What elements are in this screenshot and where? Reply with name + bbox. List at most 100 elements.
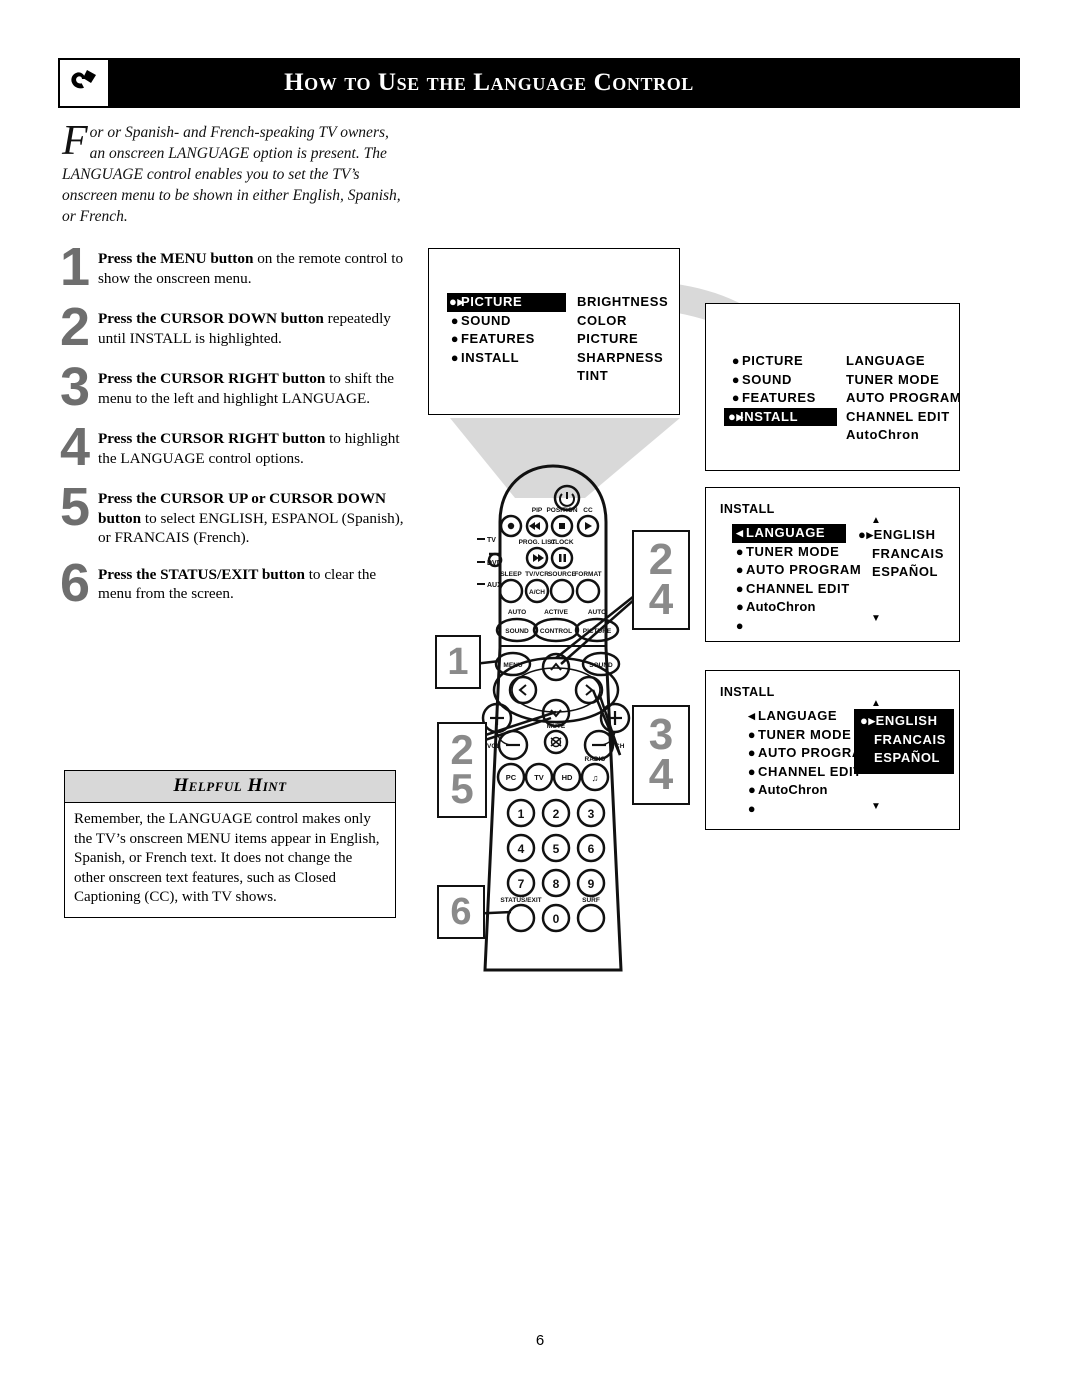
osd-marker: ◂ bbox=[736, 525, 744, 540]
svg-text:TV: TV bbox=[534, 773, 544, 782]
callout-number: 3 bbox=[648, 709, 674, 759]
callout-step-2-5: 2 5 bbox=[437, 722, 487, 818]
callout-number: 5 bbox=[450, 765, 474, 812]
osd-menu-item[interactable]: ● FEATURES bbox=[728, 389, 837, 408]
osd-menu-item[interactable]: ● bbox=[744, 800, 877, 819]
osd-marker: ● bbox=[735, 599, 745, 614]
helpful-hint-title: Helpful Hint bbox=[65, 771, 395, 803]
osd-panel-language-highlight: INSTALL ◂ LANGUAGE ● TUNER MODE ● AUTO PROG… bbox=[705, 487, 960, 642]
svg-text:TV/VCR: TV/VCR bbox=[525, 571, 549, 578]
svg-text:6: 6 bbox=[588, 842, 595, 856]
osd-submenu-item[interactable]: CHANNEL EDIT bbox=[846, 408, 961, 427]
svg-text:TV: TV bbox=[487, 537, 496, 544]
osd-menu-item[interactable]: ● SOUND bbox=[728, 371, 837, 390]
helpful-hint-body: Remember, the LANGUAGE control makes onl… bbox=[74, 811, 380, 905]
osd-marker: ● bbox=[450, 331, 460, 346]
page-title: How to Use the Language Control bbox=[284, 69, 694, 96]
svg-text:CONTROL: CONTROL bbox=[540, 628, 572, 635]
scroll-down-arrow-icon: ▼ bbox=[871, 801, 881, 812]
step-item: 2 Press the CURSOR DOWN button repeatedl… bbox=[60, 300, 410, 354]
svg-text:0: 0 bbox=[553, 912, 560, 926]
svg-text:SLEEP: SLEEP bbox=[500, 571, 522, 578]
osd-marker: ● bbox=[747, 800, 757, 816]
osd-menu-item[interactable]: ●▸ INSTALL bbox=[724, 407, 837, 426]
osd-option-item[interactable]: ●▸ENGLISH bbox=[858, 526, 944, 545]
step-number: 3 bbox=[60, 357, 91, 417]
step-item: 1 Press the MENU button on the remote co… bbox=[60, 240, 410, 294]
step-item: 4 Press the CURSOR RIGHT button to highl… bbox=[60, 420, 410, 474]
osd-menu-item[interactable]: ● PICTURE bbox=[728, 352, 837, 371]
svg-text:4: 4 bbox=[518, 842, 525, 856]
osd-label: FEATURES bbox=[742, 390, 816, 405]
scroll-up-arrow-icon: ▲ bbox=[871, 698, 881, 709]
svg-text:FORMAT: FORMAT bbox=[574, 571, 601, 578]
intro-dropcap: F bbox=[62, 118, 88, 164]
osd-submenu-item[interactable]: SHARPNESS bbox=[577, 349, 668, 368]
osd-menu-item[interactable]: ◂ LANGUAGE bbox=[732, 524, 846, 543]
osd-submenu-item[interactable]: BRIGHTNESS bbox=[577, 293, 668, 312]
osd-menu-item[interactable]: ● FEATURES bbox=[447, 330, 566, 349]
osd-label: AUTO PROGRAM bbox=[746, 562, 862, 577]
osd-menu-item[interactable]: ● AUTO PROGRAM bbox=[732, 561, 865, 580]
osd-label: LANGUAGE bbox=[746, 525, 826, 540]
svg-text:POSITION: POSITION bbox=[546, 507, 577, 514]
manual-page: How to Use the Language Control For or S… bbox=[0, 0, 1080, 1397]
osd-option-item[interactable]: FRANCAIS bbox=[858, 545, 944, 564]
osd-submenu-item[interactable]: AUTO PROGRAM bbox=[846, 389, 961, 408]
step-text: Press the CURSOR DOWN button repeatedly … bbox=[98, 306, 410, 348]
callout-step-2-4: 2 4 bbox=[632, 530, 690, 630]
callout-number: 4 bbox=[648, 750, 674, 799]
osd-option-item[interactable]: ESPAÑOL bbox=[858, 563, 944, 582]
osd-menu-item[interactable]: ● INSTALL bbox=[447, 349, 566, 368]
osd-submenu-item[interactable]: PICTURE bbox=[577, 330, 668, 349]
svg-text:AUTO: AUTO bbox=[508, 609, 526, 616]
osd-menu-item[interactable]: ● bbox=[732, 617, 865, 636]
step-item: 6 Press the STATUS/EXIT button to clear … bbox=[60, 556, 410, 610]
osd-label: CHANNEL EDIT bbox=[758, 763, 862, 779]
osd-marker: ●▸ bbox=[449, 294, 465, 309]
step-number: 1 bbox=[60, 237, 91, 297]
scroll-down-arrow-icon: ▼ bbox=[871, 613, 881, 624]
intro-paragraph: For or Spanish- and French-speaking TV o… bbox=[62, 118, 407, 227]
svg-text:7: 7 bbox=[518, 877, 525, 891]
osd-menu-item[interactable]: ● AutoChron bbox=[744, 781, 877, 800]
osd-option-item[interactable]: ●▸ENGLISH bbox=[860, 712, 946, 731]
osd-option-marker: ●▸ bbox=[858, 527, 874, 542]
step-bold: Press the CURSOR RIGHT button bbox=[98, 370, 326, 387]
osd-submenu-item[interactable]: COLOR bbox=[577, 312, 668, 331]
osd-submenu-item[interactable]: AutoChron bbox=[846, 426, 961, 445]
osd-option-item[interactable]: FRANCAIS bbox=[860, 731, 946, 750]
osd-submenu-item[interactable]: LANGUAGE bbox=[846, 352, 961, 371]
osd-option-group-highlight: ●▸ENGLISH FRANCAIS ESPAÑOL bbox=[854, 709, 954, 774]
svg-text:ACTIVE: ACTIVE bbox=[544, 609, 569, 616]
osd-menu-item[interactable]: ●▸ PICTURE bbox=[447, 293, 566, 312]
header-bar: How to Use the Language Control bbox=[108, 58, 1020, 108]
callout-step-1: 1 bbox=[435, 635, 481, 689]
callout-step-3-4: 3 4 bbox=[632, 705, 690, 805]
osd-option-label: ENGLISH bbox=[875, 713, 938, 728]
svg-text:A/CH: A/CH bbox=[529, 589, 545, 596]
steps-list: 1 Press the MENU button on the remote co… bbox=[60, 240, 410, 622]
step-text: Press the STATUS/EXIT button to clear th… bbox=[98, 562, 410, 604]
svg-text:SOUND: SOUND bbox=[505, 628, 529, 635]
step-item: 3 Press the CURSOR RIGHT button to shift… bbox=[60, 360, 410, 414]
svg-text:8: 8 bbox=[553, 877, 560, 891]
svg-text:5: 5 bbox=[553, 842, 560, 856]
svg-text:STATUS/EXIT: STATUS/EXIT bbox=[500, 897, 541, 904]
osd-marker: ● bbox=[747, 726, 757, 742]
osd-submenu-item[interactable]: TUNER MODE bbox=[846, 371, 961, 390]
osd-submenu-item[interactable]: TINT bbox=[577, 367, 668, 386]
osd-menu-item[interactable]: ● AutoChron bbox=[732, 598, 865, 617]
osd-label: SOUND bbox=[742, 371, 792, 387]
callout-number: 6 bbox=[450, 890, 472, 933]
osd-menu-item[interactable]: ● CHANNEL EDIT bbox=[732, 580, 865, 599]
osd-option-item[interactable]: ESPAÑOL bbox=[860, 749, 946, 768]
step-number: 4 bbox=[60, 417, 91, 477]
osd-menu-item[interactable]: ● SOUND bbox=[447, 312, 566, 331]
step-text: Press the CURSOR RIGHT button to shift t… bbox=[98, 366, 410, 408]
osd-panel-title: INSTALL bbox=[720, 685, 775, 699]
svg-text:2: 2 bbox=[553, 807, 560, 821]
osd-menu-item[interactable]: ● TUNER MODE bbox=[732, 543, 865, 562]
osd-panel-title: INSTALL bbox=[720, 502, 775, 516]
osd-label: CHANNEL EDIT bbox=[746, 580, 850, 596]
